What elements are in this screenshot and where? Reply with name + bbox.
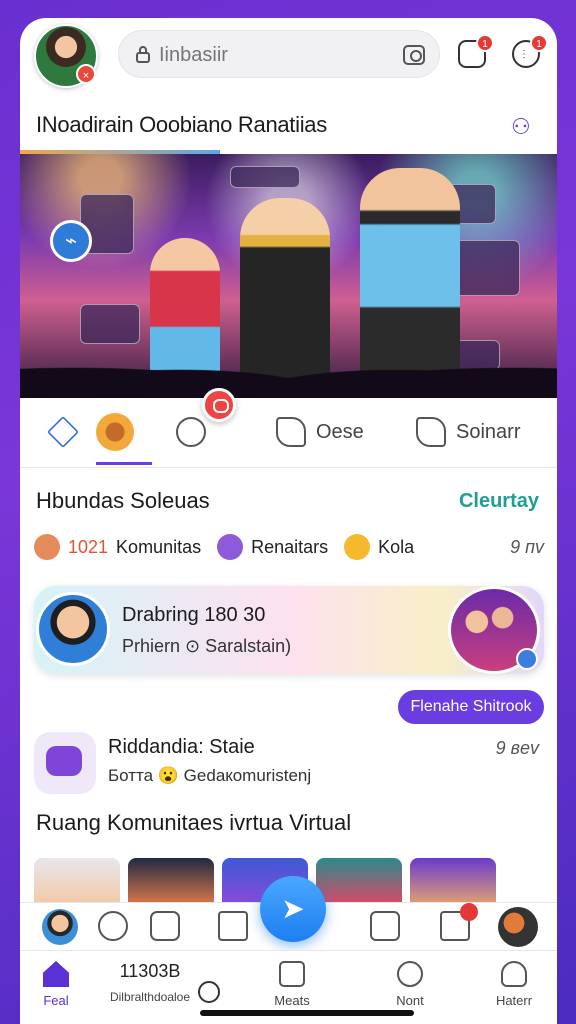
section-title: Hbundas Soleuas bbox=[36, 488, 210, 513]
search-input[interactable] bbox=[159, 41, 399, 69]
home-icon bbox=[47, 416, 79, 448]
post-time: 9 вev bbox=[495, 738, 539, 758]
home-icon bbox=[43, 961, 69, 987]
settings-icon[interactable] bbox=[98, 911, 128, 941]
thumbnail[interactable] bbox=[316, 858, 402, 904]
featured-card[interactable]: Drabring 180 30 Prhiern ⊙ Saralstain) bbox=[34, 586, 544, 674]
eggplant-emoji-icon bbox=[217, 534, 244, 560]
message-icon[interactable]: 1 bbox=[458, 34, 494, 68]
forward-icon bbox=[416, 417, 446, 447]
message-badge: 1 bbox=[476, 34, 494, 52]
home-indicator[interactable] bbox=[200, 1010, 414, 1016]
stat-count: 1021 bbox=[68, 536, 109, 557]
send-icon: ➤ bbox=[281, 893, 305, 924]
nav-label: Haterr bbox=[495, 993, 533, 1008]
action-pill-button[interactable]: Flenahe Shitrook bbox=[398, 690, 544, 724]
top-bar: × 1 ⋮ 1 bbox=[20, 18, 557, 96]
page-title-row: INoadirain Ooobiano Ranatiias ⚇ bbox=[20, 102, 557, 154]
clipboard-icon[interactable] bbox=[370, 911, 400, 941]
nav-label: Dilbralthdoaloe bbox=[109, 990, 191, 1004]
chat-bubble-badge-icon[interactable] bbox=[202, 388, 236, 422]
nav-directory[interactable]: 11303B Dilbralthdoaloe bbox=[100, 961, 200, 1004]
more-options-icon[interactable]: ⋮ 1 bbox=[512, 34, 548, 68]
app-screen: × 1 ⋮ 1 INoadirain Ooobiano Ranatiias ⚇ … bbox=[20, 18, 557, 1024]
tab-sun[interactable] bbox=[96, 412, 144, 452]
nav-meets[interactable]: Meats bbox=[252, 961, 332, 1008]
camera-icon[interactable] bbox=[150, 911, 180, 941]
chat-app-icon[interactable] bbox=[34, 732, 96, 794]
nav-label: Nont bbox=[396, 993, 424, 1008]
camera-icon[interactable] bbox=[403, 45, 425, 65]
nav-feed[interactable]: Feal bbox=[20, 961, 96, 1008]
calendar-icon bbox=[279, 961, 305, 987]
tab-label: Soinarr bbox=[456, 420, 521, 443]
thumbnail[interactable] bbox=[34, 858, 120, 904]
thumbnail[interactable] bbox=[128, 858, 214, 904]
nav-profile[interactable]: Haterr bbox=[474, 961, 554, 1008]
dots-icon: ⋮ bbox=[519, 49, 530, 60]
verified-badge-icon bbox=[516, 648, 538, 670]
stat-renaitars: Renaitars bbox=[251, 536, 329, 557]
tab-bar: Oese Soinarr bbox=[20, 398, 557, 468]
tab-soinarr[interactable]: Soinarr bbox=[416, 412, 520, 452]
send-fab-button[interactable]: ➤ bbox=[260, 876, 326, 942]
community-stats: 1021 Komunitas Renaitars Kola 9 пv bbox=[34, 532, 544, 562]
post-title[interactable]: Riddandia: Staie bbox=[108, 736, 255, 759]
floating-card bbox=[230, 166, 300, 188]
tab-oese[interactable]: Oese bbox=[276, 412, 364, 452]
avatar-badge: × bbox=[76, 64, 96, 84]
nav-label: Meats bbox=[274, 993, 310, 1008]
tab-label: Oese bbox=[316, 420, 364, 443]
person-icon bbox=[501, 961, 527, 987]
section-title-virtual: Ruang Komunitaes ivrtua Virtual bbox=[36, 810, 352, 835]
nav-label: Feal bbox=[43, 993, 69, 1008]
chat-icon bbox=[176, 417, 206, 447]
section-link[interactable]: Cleurtay bbox=[459, 490, 539, 513]
tab-home[interactable] bbox=[47, 412, 88, 452]
mail-icon[interactable] bbox=[218, 911, 248, 941]
people-icon[interactable]: ⚇ bbox=[511, 114, 539, 139]
active-tab-indicator bbox=[96, 462, 152, 465]
link-icon: ⌁ bbox=[50, 220, 92, 262]
sun-emoji-icon bbox=[96, 413, 134, 451]
page-title: INoadirain Ooobiano Ranatiias bbox=[36, 112, 327, 137]
search-bar[interactable] bbox=[118, 30, 440, 78]
search-icon[interactable] bbox=[198, 981, 220, 1003]
share-icon bbox=[276, 417, 306, 447]
more-badge: 1 bbox=[530, 34, 548, 52]
user-avatar[interactable] bbox=[42, 909, 78, 945]
floating-card bbox=[450, 240, 520, 296]
crowd-silhouette bbox=[20, 328, 557, 398]
lock-icon bbox=[136, 46, 150, 63]
community-avatar[interactable] bbox=[498, 907, 538, 947]
stat-age: 9 пv bbox=[510, 536, 544, 557]
card-title: Drabring 180 30 bbox=[122, 604, 266, 626]
stat-kola: Kola bbox=[378, 536, 415, 557]
nav-dir-top: 11303B bbox=[119, 961, 181, 981]
card-subtitle: Prhiern ⊙ Saralstain) bbox=[122, 636, 292, 656]
inbox-badge bbox=[460, 903, 478, 921]
post-subtitle: Ботта 😮 Gedaкomuristenj bbox=[108, 766, 312, 785]
group-emoji-icon bbox=[34, 534, 60, 560]
nav-nont[interactable]: Nont bbox=[370, 961, 450, 1008]
card-avatar bbox=[36, 592, 110, 666]
hero-banner[interactable]: ⌁ bbox=[20, 154, 557, 398]
stat-communities: Komunitas bbox=[116, 536, 202, 557]
thumbnail[interactable] bbox=[410, 858, 496, 904]
clock-icon bbox=[397, 961, 423, 987]
smile-emoji-icon bbox=[344, 534, 371, 560]
